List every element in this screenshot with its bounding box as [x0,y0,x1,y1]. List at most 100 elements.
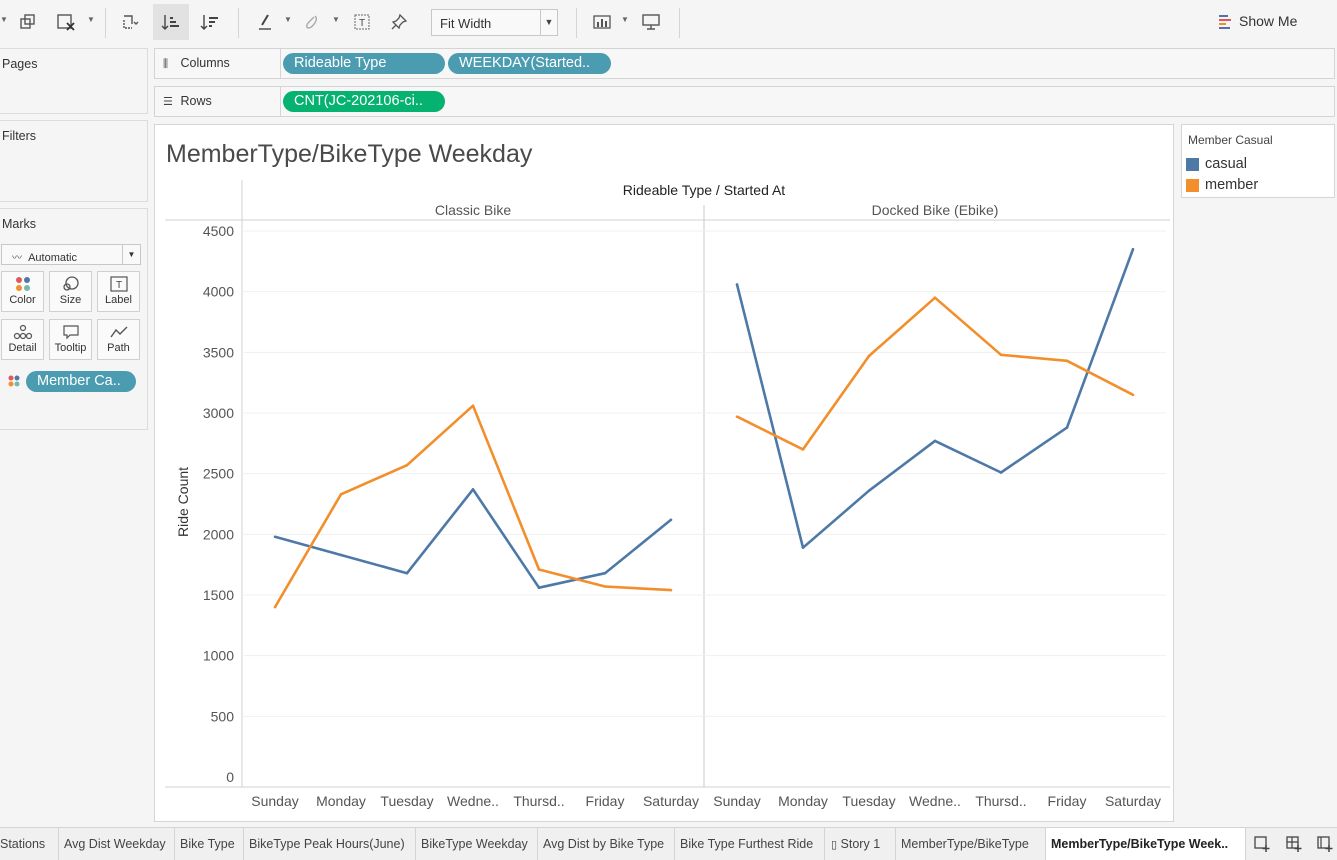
column-pill-rideable-type[interactable]: Rideable Type [283,53,445,74]
data-point-member [603,585,607,588]
columns-shelf[interactable]: ⫼ Columns Rideable Type WEEKDAY(Started.… [154,48,1335,79]
tab-bike-type[interactable]: Bike Type [175,828,244,860]
sort-ascending-icon[interactable] [153,4,189,40]
mark-card-label: Tooltip [54,342,87,354]
new-story-icon[interactable] [1316,835,1334,857]
label-icon[interactable]: T [344,4,380,40]
y-tick-label: 2000 [203,526,234,542]
y-tick-label: 1000 [203,648,234,664]
group-icon[interactable] [294,4,330,40]
x-tick-label: Tuesday [380,793,433,809]
mark-card-size[interactable]: Size [49,271,92,312]
chevron-down-icon[interactable]: ▼ [0,15,8,24]
legend-swatch [1186,157,1199,171]
filters-title: Filters [2,129,37,143]
label-icon: T [98,272,139,294]
filters-card[interactable]: Filters [0,120,148,202]
tab-avg-dist-by-bike-type[interactable]: Avg Dist by Bike Type [538,828,675,860]
mark-card-label: Detail [8,342,37,354]
legend-swatch [1186,178,1199,192]
show-me-button[interactable]: Show Me [1219,13,1297,29]
panel-header: Docked Bike (Ebike) [872,202,999,218]
y-tick-label: 1500 [203,587,234,603]
data-point-casual [933,439,937,443]
data-point-casual [273,535,277,539]
show-me-label: Show Me [1239,13,1298,29]
columns-icon: ⫼ [163,58,169,70]
tab-avg-dist-weekday[interactable]: Avg Dist Weekday [59,828,175,860]
chevron-down-icon[interactable]: ▼ [540,10,557,35]
line-chart[interactable]: Rideable Type / Started At Ride Count 0 5… [155,125,1173,821]
column-pill-weekday[interactable]: WEEKDAY(Started.. [448,53,611,74]
tab-membertype-biketype-weekday[interactable]: MemberType/BikeType Week.. [1046,828,1246,860]
mark-type-select[interactable]: 〰 Automatic ▼ [1,244,141,265]
data-point-casual [603,571,607,575]
data-point-member [933,296,937,300]
data-point-casual [471,488,475,491]
mark-card-color[interactable]: Color [1,271,44,312]
data-point-casual [669,518,673,522]
chevron-down-icon[interactable]: ▼ [87,15,95,24]
mark-card-label: Label [105,294,132,306]
mark-card-detail[interactable]: Detail [1,319,44,360]
new-worksheet-icon[interactable] [1253,835,1271,857]
y-tick-label: 2500 [203,466,234,482]
rows-shelf[interactable]: ☰ Rows CNT(JC-202106-ci.. [154,86,1335,117]
color-icon [7,374,21,391]
data-point-casual [801,546,805,549]
show-me-icon [1219,14,1233,29]
data-point-casual [867,489,871,492]
chevron-down-icon[interactable]: ▼ [621,15,629,24]
x-tick-label: Friday [1048,793,1087,809]
presentation-icon[interactable] [633,4,669,40]
data-point-member [1131,393,1135,397]
pages-title: Pages [2,57,38,71]
data-point-member [867,354,871,358]
sheet-tab-bar: Stations Avg Dist Weekday Bike Type Bike… [0,827,1337,860]
swap-icon[interactable] [112,4,148,40]
mark-card-label[interactable]: T Label [97,271,140,312]
new-dashboard-icon[interactable] [1285,835,1303,857]
mark-type-value: Automatic [28,252,77,264]
data-point-member [801,448,805,451]
mark-card-path[interactable]: Path [97,319,140,360]
pages-card[interactable]: Pages [0,48,148,114]
tab-stations[interactable]: Stations [0,828,59,860]
legend-item-casual[interactable]: casual [1186,156,1247,172]
toolbar: ▼ ▼ ▼ ▼ T Fit Width ▼ ▼ Show Me [0,0,1337,44]
x-tick-label: Monday [778,793,828,809]
chevron-down-icon[interactable]: ▼ [122,245,140,264]
show-cards-icon[interactable] [584,4,620,40]
fit-width-value: Fit Width [440,16,492,31]
series-line-member [273,404,672,608]
tab-bike-type-furthest-ride[interactable]: Bike Type Furthest Ride [675,828,825,860]
legend-label: casual [1205,156,1247,172]
data-point-member [999,353,1003,357]
mark-card-label: Color [9,294,36,306]
mark-card-tooltip[interactable]: Tooltip [49,319,92,360]
series-line-member [736,296,1134,451]
chevron-down-icon[interactable]: ▼ [332,15,340,24]
mark-card-label: Size [59,294,82,306]
y-axis-label: Ride Count [175,467,191,537]
svg-text:T: T [115,280,121,291]
pin-icon[interactable] [381,4,417,40]
legend-item-member[interactable]: member [1186,177,1258,193]
tab-biketype-weekday[interactable]: BikeType Weekday [416,828,538,860]
x-tick-label: Wedne.. [447,793,499,809]
sort-descending-icon[interactable] [192,4,228,40]
color-field-pill[interactable]: Member Ca.. [26,371,136,392]
highlight-icon[interactable] [247,4,283,40]
chevron-down-icon[interactable]: ▼ [284,15,292,24]
row-pill-count[interactable]: CNT(JC-202106-ci.. [283,91,445,112]
tab-story-1[interactable]: ▯ Story 1 [825,828,896,860]
y-tick-label: 4500 [203,223,234,239]
columns-shelf-label: ⫼ Columns [155,49,281,78]
duplicate-sheet-icon[interactable] [10,4,46,40]
tab-membertype-biketype[interactable]: MemberType/BikeType [896,828,1046,860]
clear-sheet-icon[interactable] [48,4,84,40]
tab-biketype-peak-hours[interactable]: BikeType Peak Hours(June) [244,828,416,860]
color-legend: Member Casual casual member [1181,124,1335,198]
fit-width-select[interactable]: Fit Width ▼ [431,9,558,36]
line-mark-icon: 〰 [12,253,22,264]
